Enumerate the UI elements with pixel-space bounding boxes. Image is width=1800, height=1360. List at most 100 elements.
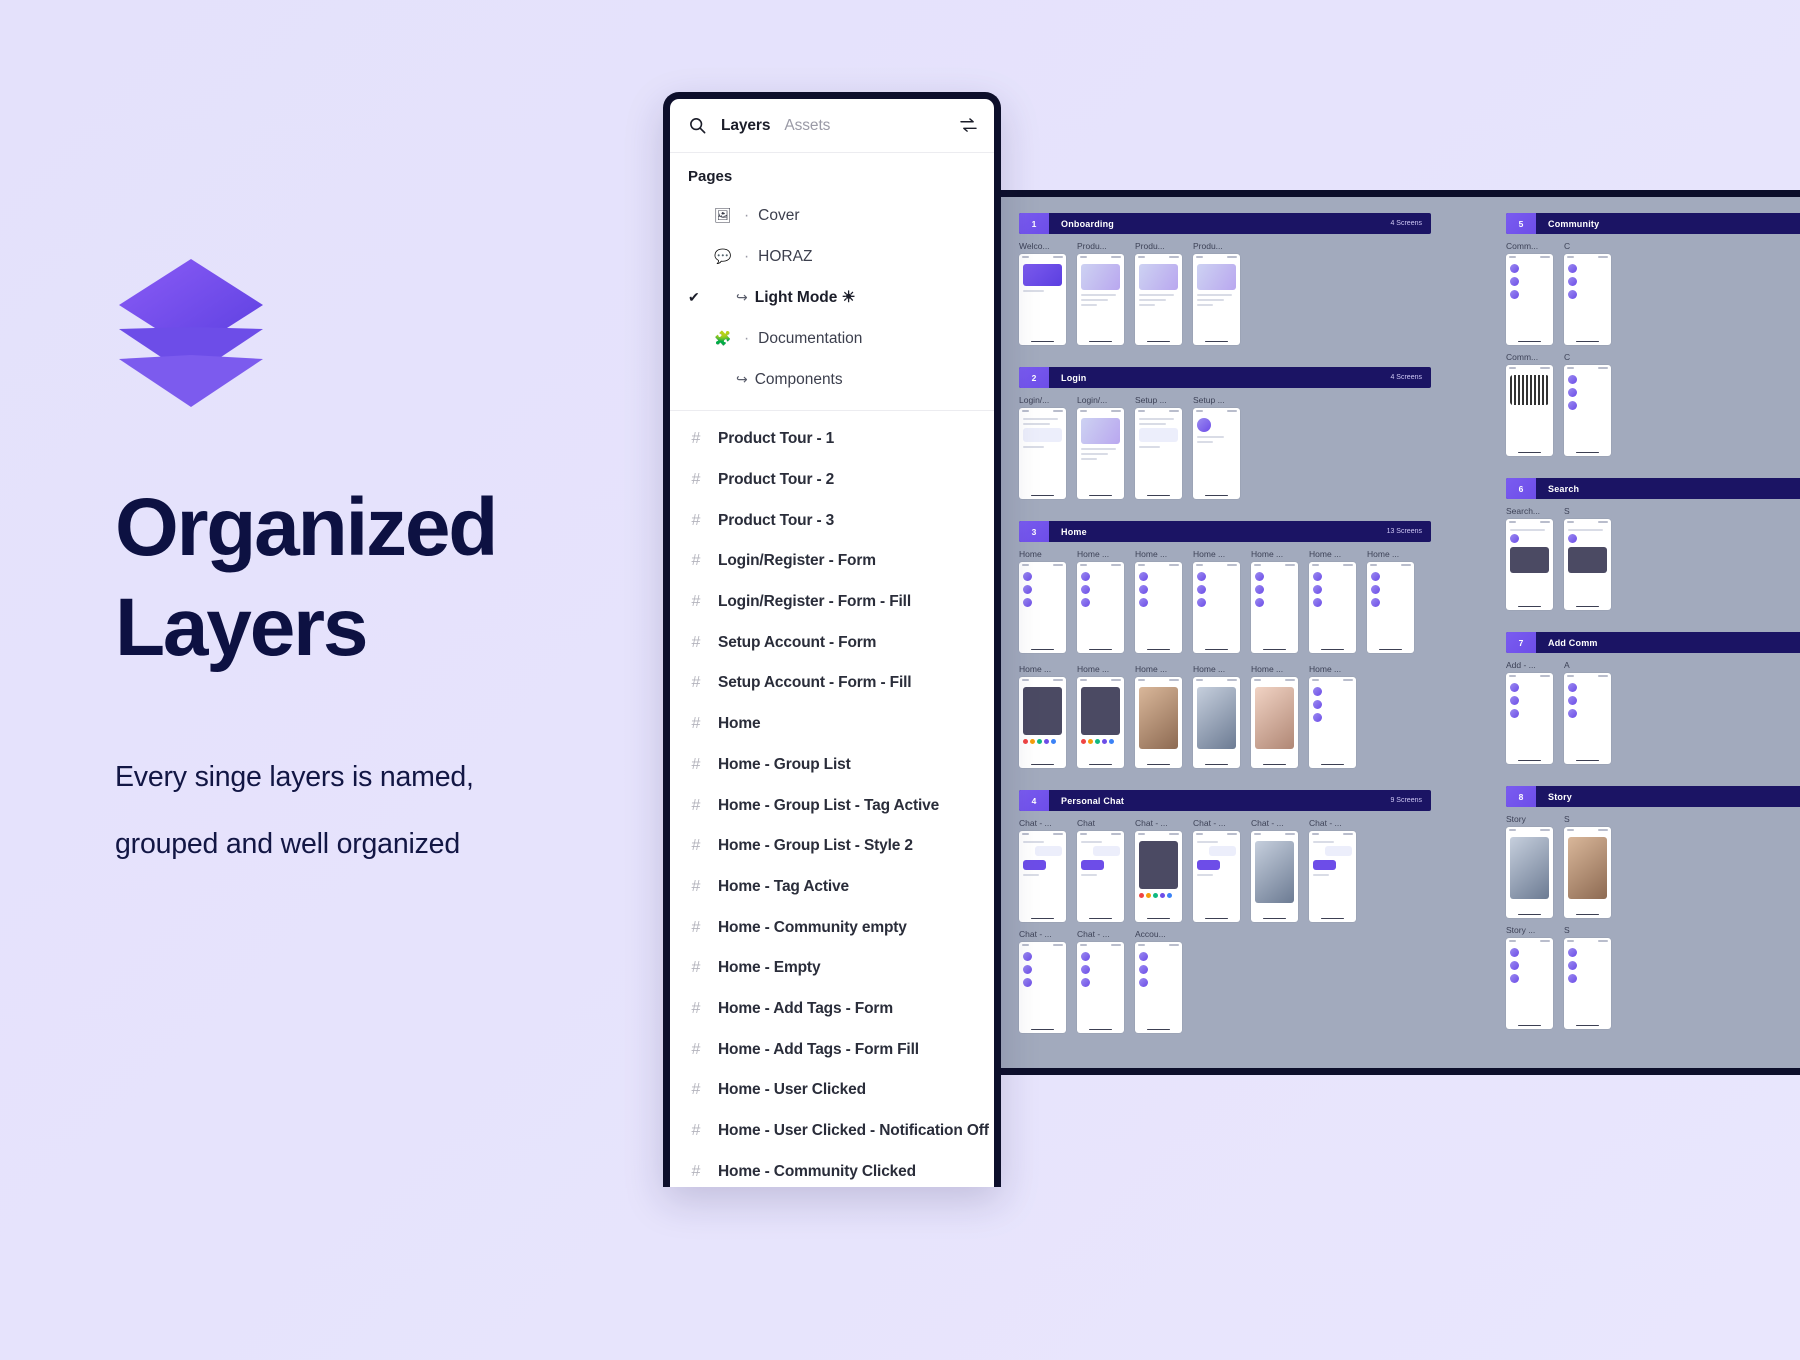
layer-row[interactable]: # Product Tour - 1 [670, 419, 994, 460]
artboard-frame-preview[interactable] [1506, 938, 1553, 1029]
artboard-frame[interactable]: Home [1019, 549, 1066, 653]
layer-row[interactable]: # Home - Community empty [670, 907, 994, 948]
layer-row[interactable]: # Home - Group List [670, 745, 994, 786]
artboard-frame-preview[interactable] [1251, 562, 1298, 653]
artboard-frame-preview[interactable] [1193, 677, 1240, 768]
artboard-frame-preview[interactable] [1564, 254, 1611, 345]
artboard-frame[interactable]: S [1564, 925, 1611, 1029]
artboard-frame-preview[interactable] [1077, 677, 1124, 768]
page-item-horaz[interactable]: 💬 · HORAZ [670, 236, 994, 277]
artboard-frame[interactable]: Chat - ... [1251, 818, 1298, 922]
artboard-frame-preview[interactable] [1564, 938, 1611, 1029]
artboard-frame[interactable]: Search... [1506, 506, 1553, 610]
layer-row[interactable]: # Home - User Clicked [670, 1070, 994, 1111]
artboard-frame[interactable]: Comm... [1506, 352, 1553, 456]
artboard-frame[interactable]: Chat - ... [1077, 929, 1124, 1033]
artboard-frame-preview[interactable] [1564, 519, 1611, 610]
artboard-frame[interactable]: Login/... [1019, 395, 1066, 499]
artboard-frame[interactable]: C [1564, 241, 1611, 345]
artboard-frame-preview[interactable] [1077, 562, 1124, 653]
artboard-frame-preview[interactable] [1077, 831, 1124, 922]
artboard-frame[interactable]: Add - ... [1506, 660, 1553, 764]
artboard-frame-preview[interactable] [1506, 673, 1553, 764]
artboard-frame-preview[interactable] [1019, 677, 1066, 768]
page-item-documentation[interactable]: 🧩 · Documentation [670, 318, 994, 359]
artboard-frame[interactable]: Produ... [1077, 241, 1124, 345]
section-header[interactable]: 1 Onboarding 4 Screens [1019, 213, 1431, 234]
artboard-frame-preview[interactable] [1193, 254, 1240, 345]
artboard-frame-preview[interactable] [1309, 562, 1356, 653]
layer-row[interactable]: # Home - Community Clicked [670, 1151, 994, 1187]
tab-layers[interactable]: Layers [721, 117, 770, 135]
artboard-frame[interactable]: Welco... [1019, 241, 1066, 345]
artboard-frame[interactable]: Login/... [1077, 395, 1124, 499]
artboard-frame[interactable]: Story ... [1506, 925, 1553, 1029]
artboard-frame-preview[interactable] [1564, 827, 1611, 918]
tab-assets[interactable]: Assets [784, 117, 830, 135]
artboard-frame[interactable]: Home ... [1367, 549, 1414, 653]
artboard-frame-preview[interactable] [1367, 562, 1414, 653]
artboard-frame[interactable]: Chat - ... [1309, 818, 1356, 922]
artboard-frame[interactable]: Home ... [1251, 549, 1298, 653]
artboard-frame[interactable]: Chat - ... [1019, 929, 1066, 1033]
artboard-frame-preview[interactable] [1077, 408, 1124, 499]
artboard-frame-preview[interactable] [1193, 831, 1240, 922]
artboard-frame[interactable]: Produ... [1135, 241, 1182, 345]
artboard-frame[interactable]: Chat - ... [1019, 818, 1066, 922]
section-header[interactable]: 7 Add Comm [1506, 632, 1800, 653]
artboard-frame[interactable]: Home ... [1193, 549, 1240, 653]
section-header[interactable]: 8 Story [1506, 786, 1800, 807]
artboard-frame-preview[interactable] [1019, 562, 1066, 653]
layers-list[interactable]: # Product Tour - 1 # Product Tour - 2 # Produ… [670, 411, 994, 1187]
layer-row[interactable]: # Login/Register - Form [670, 541, 994, 582]
section-header[interactable]: 6 Search [1506, 478, 1800, 499]
layer-row[interactable]: # Login/Register - Form - Fill [670, 582, 994, 623]
artboard-frame[interactable]: Chat - ... [1135, 818, 1182, 922]
artboard-frame[interactable]: Produ... [1193, 241, 1240, 345]
artboard-frame[interactable]: Home ... [1135, 664, 1182, 768]
artboard-frame-preview[interactable] [1019, 831, 1066, 922]
artboard-frame[interactable]: Home ... [1309, 664, 1356, 768]
layer-row[interactable]: # Home - Group List - Style 2 [670, 826, 994, 867]
figma-layers-panel[interactable]: Layers Assets Pages 🖼 · Cover 💬 · HORAZ ✔ ↪ Ligh… [663, 92, 1001, 1187]
artboard-frame-preview[interactable] [1506, 519, 1553, 610]
section-header[interactable]: 4 Personal Chat 9 Screens [1019, 790, 1431, 811]
page-item-light[interactable]: ✔ ↪ Light Mode ☀ [670, 277, 994, 318]
artboard-frame-preview[interactable] [1019, 942, 1066, 1033]
arrow-swap-icon[interactable] [959, 118, 978, 133]
artboard-frame[interactable]: S [1564, 814, 1611, 918]
artboard-frame[interactable]: S [1564, 506, 1611, 610]
artboard-frame-preview[interactable] [1135, 408, 1182, 499]
artboard-frame[interactable]: Home ... [1309, 549, 1356, 653]
artboard-frame[interactable]: Home ... [1193, 664, 1240, 768]
artboard-frame-preview[interactable] [1135, 677, 1182, 768]
artboard-frame-preview[interactable] [1309, 831, 1356, 922]
artboard-frame[interactable]: Home ... [1251, 664, 1298, 768]
artboard-frame[interactable]: Home ... [1077, 664, 1124, 768]
artboard-frame[interactable]: Accou... [1135, 929, 1182, 1033]
artboard-frame-preview[interactable] [1135, 562, 1182, 653]
artboard-frame-preview[interactable] [1193, 562, 1240, 653]
artboard-frame-preview[interactable] [1193, 408, 1240, 499]
layer-row[interactable]: # Home - Tag Active [670, 867, 994, 908]
artboard-frame-preview[interactable] [1506, 827, 1553, 918]
layer-row[interactable]: # Home - Empty [670, 948, 994, 989]
artboard-frame[interactable]: Chat [1077, 818, 1124, 922]
artboard-frame-preview[interactable] [1135, 942, 1182, 1033]
artboard-frame-preview[interactable] [1251, 677, 1298, 768]
layer-row[interactable]: # Product Tour - 3 [670, 500, 994, 541]
artboard-frame-preview[interactable] [1019, 408, 1066, 499]
section-header[interactable]: 2 Login 4 Screens [1019, 367, 1431, 388]
artboard-frame[interactable]: Setup ... [1193, 395, 1240, 499]
artboard-frame-preview[interactable] [1564, 673, 1611, 764]
layer-row[interactable]: # Product Tour - 2 [670, 460, 994, 501]
figma-canvas[interactable]: 1 Onboarding 4 Screens Welco... Produ... Prod… [1001, 190, 1800, 1075]
artboard-frame-preview[interactable] [1077, 254, 1124, 345]
artboard-frame-preview[interactable] [1309, 677, 1356, 768]
layer-row[interactable]: # Home - Group List - Tag Active [670, 785, 994, 826]
artboard-frame-preview[interactable] [1506, 365, 1553, 456]
layer-row[interactable]: # Home [670, 704, 994, 745]
artboard-frame[interactable]: C [1564, 352, 1611, 456]
artboard-frame-preview[interactable] [1135, 831, 1182, 922]
artboard-frame[interactable]: Home ... [1135, 549, 1182, 653]
